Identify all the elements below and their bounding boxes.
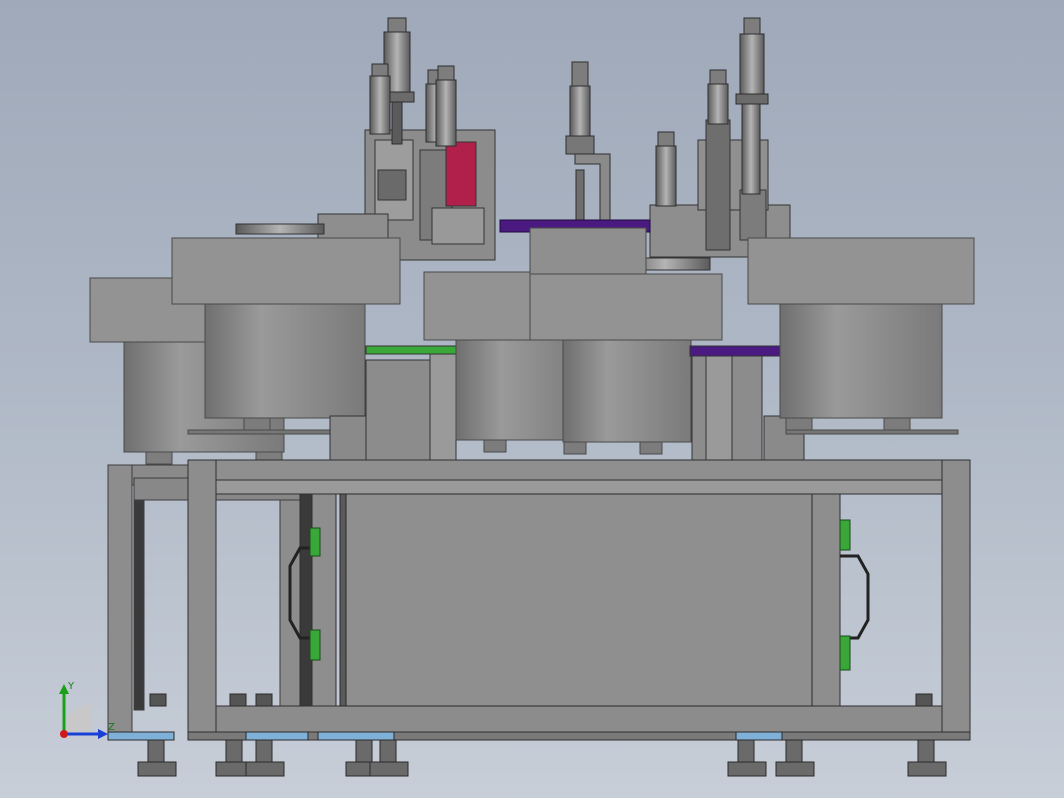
pneumatic-cylinder-center bbox=[565, 61, 611, 223]
3d-model-viewport[interactable]: Y Z bbox=[0, 0, 1064, 798]
y-axis-label: Y bbox=[67, 681, 75, 692]
handle-right bbox=[840, 554, 870, 640]
cabinet-panel bbox=[339, 493, 813, 707]
z-arrowhead-icon bbox=[98, 729, 108, 739]
orientation-triad: Y Z bbox=[59, 681, 115, 739]
z-axis-label: Z bbox=[108, 722, 115, 733]
pneumatic-cylinder-left-3 bbox=[425, 65, 457, 147]
bowl-feeder-right bbox=[747, 237, 975, 435]
pneumatic-cylinder-right-2 bbox=[707, 69, 729, 125]
pneumatic-cylinder-right-3 bbox=[655, 131, 677, 207]
machine-assembly-model[interactable] bbox=[0, 0, 1064, 798]
x-axis-origin-icon bbox=[60, 730, 68, 738]
pneumatic-cylinder-left-2 bbox=[369, 63, 391, 135]
triad-plane-icon bbox=[64, 704, 92, 732]
